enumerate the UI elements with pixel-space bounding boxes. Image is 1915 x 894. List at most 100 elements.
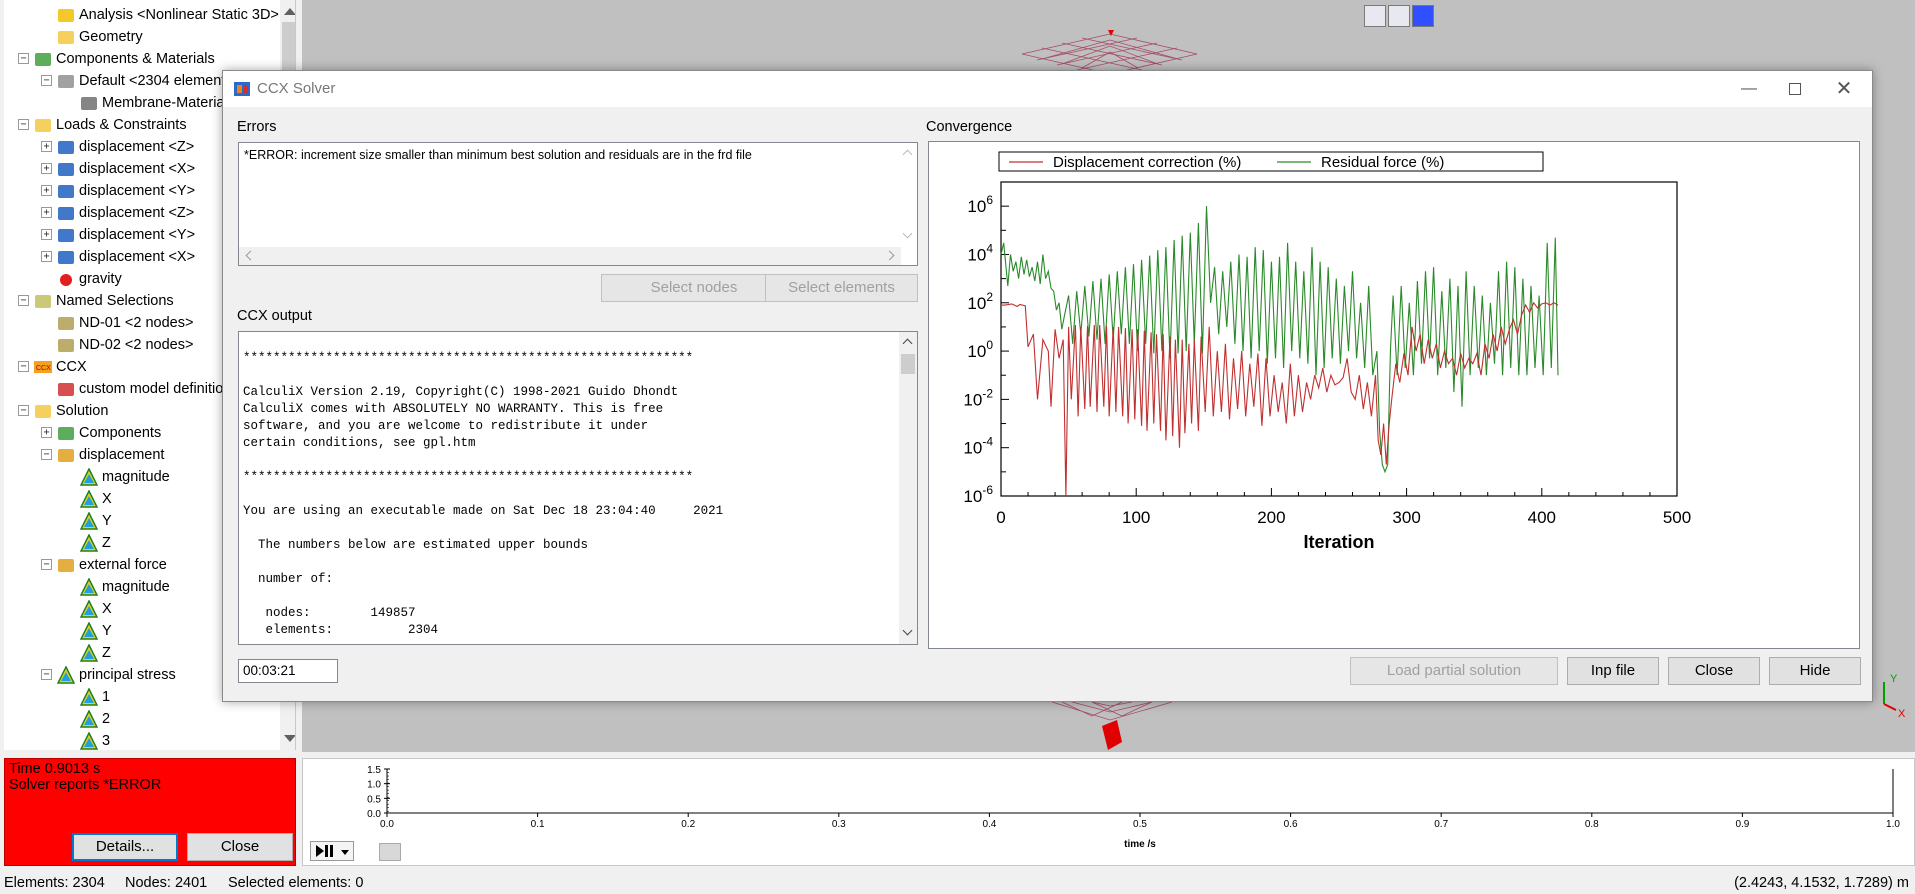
tree-item-label: ND-02 <2 nodes>	[79, 337, 194, 353]
y-tick-label: 10-6	[963, 483, 993, 506]
chevron-down-icon[interactable]	[341, 850, 349, 855]
convergence-chart: Displacement correction (%) Residual forc…	[963, 151, 1691, 552]
x-tick-label: 500	[1663, 508, 1691, 527]
components-icon	[34, 50, 52, 68]
expand-icon[interactable]: +	[41, 163, 52, 174]
ccx-output-text: ****************************************…	[243, 351, 724, 637]
load-marker-icon	[1102, 720, 1122, 750]
collapse-icon[interactable]: −	[18, 361, 29, 372]
scroll-up-icon[interactable]	[284, 8, 295, 15]
selected-count: Selected elements: 0	[228, 875, 364, 891]
minimize-icon[interactable]: —	[1726, 75, 1772, 103]
named-selections-icon	[34, 292, 52, 310]
details-button[interactable]: Details...	[72, 833, 178, 861]
collapse-icon[interactable]: −	[18, 295, 29, 306]
select-nodes-button[interactable]: Select nodes	[601, 274, 787, 302]
timeline-plot[interactable]: 1.51.00.50.00.0 0.1 0.2 0.3 0.4 0.5 0.6 0.7 0.8 0…	[303, 759, 1914, 865]
timeline-y-tick-label: 1.0	[367, 780, 381, 791]
timeline-y-tick-label: 0.5	[367, 794, 381, 805]
tree-item-label: Loads & Constraints	[56, 117, 187, 133]
timeline-x-tick-label: 0.5	[1133, 819, 1147, 830]
contour-icon	[79, 621, 99, 640]
collapse-icon[interactable]: −	[41, 75, 52, 86]
tree-item-label: displacement <Y>	[79, 183, 196, 199]
errors-box[interactable]: *ERROR: increment size smaller than mini…	[238, 142, 918, 266]
x-tick-label: 0	[996, 508, 1005, 527]
timeline-panel[interactable]: 1.5 1.0 0.5 0.0 0.0 0.1 0.2 0.3 0.4 0.5 0.6 0.7 0.8 0…	[302, 758, 1915, 866]
ccx-output-scrollbar[interactable]	[899, 332, 917, 644]
displacement-bc-icon	[57, 248, 75, 266]
scroll-down-icon[interactable]	[284, 735, 295, 742]
node-count: Nodes: 2401	[125, 875, 208, 891]
collapse-icon[interactable]: −	[18, 119, 29, 130]
tree-item-label: displacement	[79, 447, 165, 463]
hide-button[interactable]: Hide	[1769, 657, 1861, 685]
tree-item-label: Y	[102, 623, 112, 639]
dialog-titlebar[interactable]: CCX Solver — ✕	[223, 71, 1872, 107]
timeline-x-tick-label: 0.3	[832, 819, 846, 830]
select-elements-button[interactable]: Select elements	[765, 274, 918, 302]
collapse-icon[interactable]: −	[18, 405, 29, 416]
tree-item-label: external force	[79, 557, 167, 573]
timeline-x-tick-label: 0.1	[531, 819, 545, 830]
ccx-output-box[interactable]: ****************************************…	[238, 331, 918, 645]
maximize-icon[interactable]	[1772, 75, 1818, 103]
displacement-bc-icon	[57, 138, 75, 156]
node-set-icon	[57, 314, 75, 332]
timeline-x-tick-label: 0.9	[1735, 819, 1749, 830]
tree-item-label: displacement <Y>	[79, 227, 196, 243]
material-icon	[80, 94, 98, 112]
tree-item-label: Components & Materials	[56, 51, 215, 67]
collapse-icon[interactable]: −	[41, 449, 52, 460]
contour-icon	[79, 731, 99, 750]
dialog-title: CCX Solver	[257, 80, 336, 97]
solver-error-text: Solver reports *ERROR	[9, 777, 162, 793]
displacement-bc-icon	[57, 160, 75, 178]
close-icon[interactable]: ✕	[1821, 75, 1867, 103]
result-group-icon	[57, 446, 75, 464]
errors-hscroll[interactable]	[239, 247, 901, 265]
timeline-x-tick-label: 0.2	[681, 819, 695, 830]
expand-icon[interactable]: +	[41, 229, 52, 240]
timeline-x-tick-label: 0.7	[1434, 819, 1448, 830]
expand-icon[interactable]: +	[41, 251, 52, 262]
y-tick-label: 106	[967, 193, 993, 216]
elapsed-timer: 00:03:21	[238, 659, 338, 683]
x-tick-label: 200	[1257, 508, 1285, 527]
dialog-close-button[interactable]: Close	[1668, 657, 1760, 685]
time-slider-handle[interactable]	[379, 843, 401, 861]
part-icon	[57, 72, 75, 90]
load-partial-solution-button[interactable]: Load partial solution	[1350, 657, 1558, 685]
svg-text:X: X	[1898, 708, 1906, 718]
ccx-output-label: CCX output	[237, 308, 312, 324]
tree-item-label: custom model definition	[79, 381, 232, 397]
contour-icon	[79, 687, 99, 706]
tree-item-label: magnitude	[102, 469, 170, 485]
tree-item-label: Membrane-Material	[102, 95, 228, 111]
collapse-icon[interactable]: −	[41, 559, 52, 570]
errors-vscroll[interactable]	[899, 143, 917, 247]
expand-icon[interactable]: +	[41, 207, 52, 218]
expand-icon[interactable]: +	[41, 427, 52, 438]
tree-item-label: Default <2304 elements>	[79, 73, 242, 89]
tree-item-label: magnitude	[102, 579, 170, 595]
contour-icon	[79, 709, 99, 728]
ccx-output-scroll-thumb[interactable]	[901, 354, 915, 374]
error-close-button[interactable]: Close	[187, 833, 293, 861]
play-pause-button[interactable]	[310, 841, 354, 861]
tree-item-label: Components	[79, 425, 162, 441]
contour-icon	[56, 665, 76, 684]
collapse-icon[interactable]: −	[18, 53, 29, 64]
folder-icon	[57, 28, 75, 46]
node-set-icon	[57, 336, 75, 354]
tree-item-label: Named Selections	[56, 293, 174, 309]
expand-icon[interactable]: +	[41, 185, 52, 196]
contour-icon	[79, 533, 99, 552]
collapse-icon[interactable]: −	[41, 669, 52, 680]
result-group-icon	[57, 556, 75, 574]
tree-item-label: principal stress	[79, 667, 176, 683]
timeline-x-tick-label: 0.0	[380, 819, 394, 830]
inp-file-button[interactable]: Inp file	[1567, 657, 1659, 685]
expand-icon[interactable]: +	[41, 141, 52, 152]
displacement-bc-icon	[57, 182, 75, 200]
